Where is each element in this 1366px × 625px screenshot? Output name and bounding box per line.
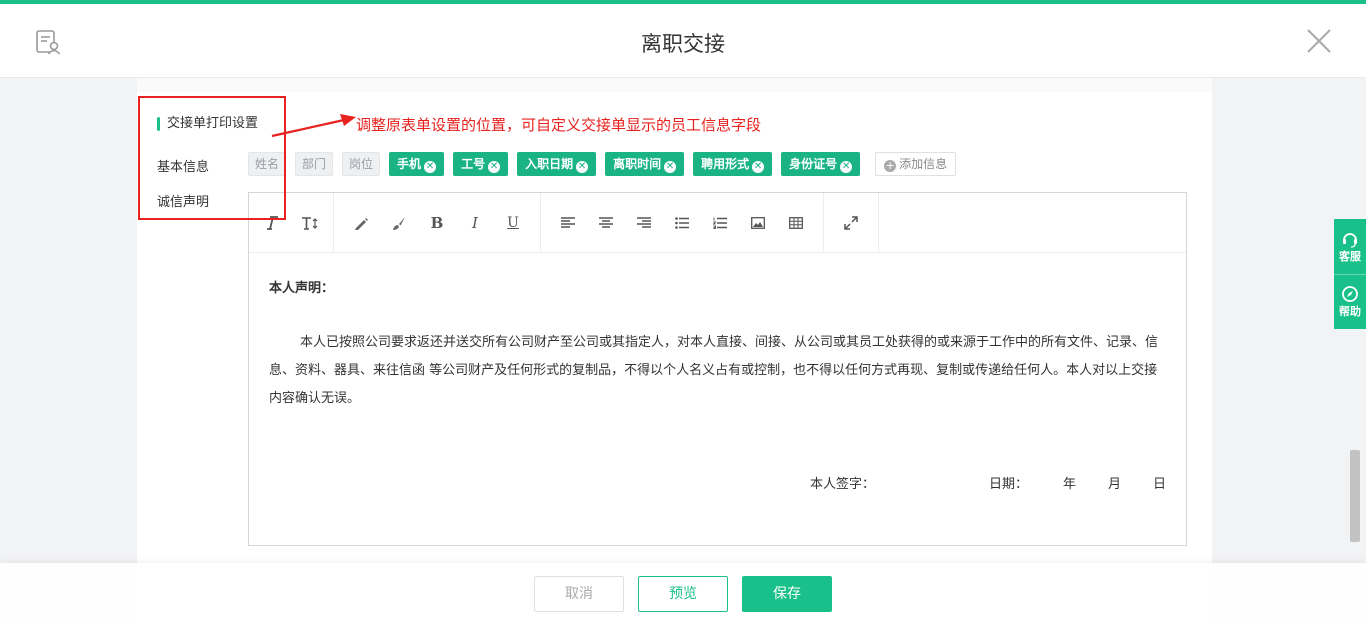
signature-label: 本人签字： <box>810 477 876 492</box>
tag-employment-type[interactable]: 聘用形式 ✕ <box>693 152 773 176</box>
tag-name: 姓名 <box>248 152 287 176</box>
add-info-button[interactable]: + 添加信息 <box>875 152 957 176</box>
basic-info-label: 基本信息 <box>157 160 210 175</box>
bullet-list-icon[interactable] <box>663 208 701 238</box>
align-center-icon[interactable] <box>587 208 625 238</box>
integrity-statement-label[interactable]: 诚信声明 <box>157 191 209 210</box>
add-info-label: 添加信息 <box>899 157 948 171</box>
panel-gap <box>137 78 1212 92</box>
editor-content[interactable]: 本人声明： 本人已按照公司要求返还并送交所有公司财产至公司或其指定人，对本人直接… <box>269 275 1169 413</box>
underline-icon[interactable]: U <box>494 208 532 238</box>
preview-button[interactable]: 预览 <box>638 576 728 612</box>
tag-label: 工号 <box>461 157 486 171</box>
tag-label: 聘用形式 <box>701 157 750 171</box>
scrollbar-thumb[interactable] <box>1350 450 1360 542</box>
tag-department: 部门 <box>295 152 334 176</box>
service-label: 客服 <box>1339 249 1361 263</box>
modal-header: 离职交接 <box>0 4 1366 78</box>
tag-leave-date[interactable]: 离职时间 ✕ <box>605 152 685 176</box>
table-icon[interactable] <box>777 208 815 238</box>
plus-icon: + <box>884 159 897 172</box>
year-label: 年 <box>1063 477 1077 492</box>
help-label: 帮助 <box>1339 305 1361 318</box>
align-right-icon[interactable] <box>625 208 663 238</box>
remove-tag-icon[interactable]: ✕ <box>424 161 437 173</box>
tag-position: 岗位 <box>342 152 381 176</box>
annotation-arrow <box>271 114 356 138</box>
pen-icon[interactable] <box>342 208 380 238</box>
tag-hire-date[interactable]: 入职日期 ✕ <box>517 152 597 176</box>
tag-id-number[interactable]: 身份证号 ✕ <box>781 152 861 176</box>
remove-tag-icon[interactable]: ✕ <box>752 161 765 173</box>
fullscreen-icon[interactable] <box>832 208 870 238</box>
rich-text-editor[interactable]: B I U 本人声明： 本人已按照公司要求返还并送交所有公司财产至公司或其指定人… <box>248 192 1187 546</box>
help-button[interactable]: 帮助 <box>1334 274 1366 329</box>
editor-toolbar: B I U <box>249 193 1186 253</box>
remove-tag-icon[interactable]: ✕ <box>576 161 589 173</box>
date-label: 日期： <box>989 477 1029 492</box>
tag-label: 离职时间 <box>613 157 662 171</box>
side-float-bar: 客服 帮助 <box>1334 219 1366 329</box>
remove-tag-icon[interactable]: ✕ <box>664 161 677 173</box>
remove-tag-icon[interactable]: ✕ <box>488 161 501 173</box>
italic-icon[interactable]: I <box>456 208 494 238</box>
font-size-icon[interactable] <box>291 208 329 238</box>
modal-title: 离职交接 <box>641 32 725 56</box>
save-button[interactable]: 保存 <box>742 576 832 612</box>
brush-icon[interactable] <box>380 208 418 238</box>
numbered-list-icon[interactable] <box>701 208 739 238</box>
align-left-icon[interactable] <box>549 208 587 238</box>
month-label: 月 <box>1108 477 1122 492</box>
image-icon[interactable] <box>739 208 777 238</box>
modal-footer: 取消 预览 保存 <box>0 563 1366 625</box>
customer-service-button[interactable]: 客服 <box>1334 219 1366 274</box>
close-icon[interactable] <box>1306 28 1332 54</box>
day-label: 日 <box>1153 477 1167 492</box>
compass-icon <box>1342 286 1358 302</box>
tag-label: 手机 <box>397 157 422 171</box>
tag-label: 入职日期 <box>525 157 574 171</box>
tag-employee-id[interactable]: 工号 ✕ <box>453 152 509 176</box>
statement-heading: 本人声明： <box>269 281 335 296</box>
remove-tag-icon[interactable]: ✕ <box>840 161 853 173</box>
tag-phone[interactable]: 手机 ✕ <box>389 152 445 176</box>
bold-icon[interactable]: B <box>418 208 456 238</box>
statement-paragraph: 本人已按照公司要求返还并送交所有公司财产至公司或其指定人，对本人直接、间接、从公… <box>269 335 1159 406</box>
font-family-icon[interactable] <box>253 208 291 238</box>
annotation-text: 调整原表单设置的位置，可自定义交接单显示的员工信息字段 <box>356 116 762 134</box>
cancel-button[interactable]: 取消 <box>534 576 624 612</box>
headset-icon <box>1343 232 1357 248</box>
field-tags: 姓名 部门 岗位 手机 ✕ 工号 ✕ 入职日期 ✕ 离职时间 ✕ 聘用形式 ✕ 身份证号 ✕… <box>248 152 965 176</box>
tag-label: 身份证号 <box>789 157 838 171</box>
section-title: 交接单打印设置 <box>157 115 258 133</box>
